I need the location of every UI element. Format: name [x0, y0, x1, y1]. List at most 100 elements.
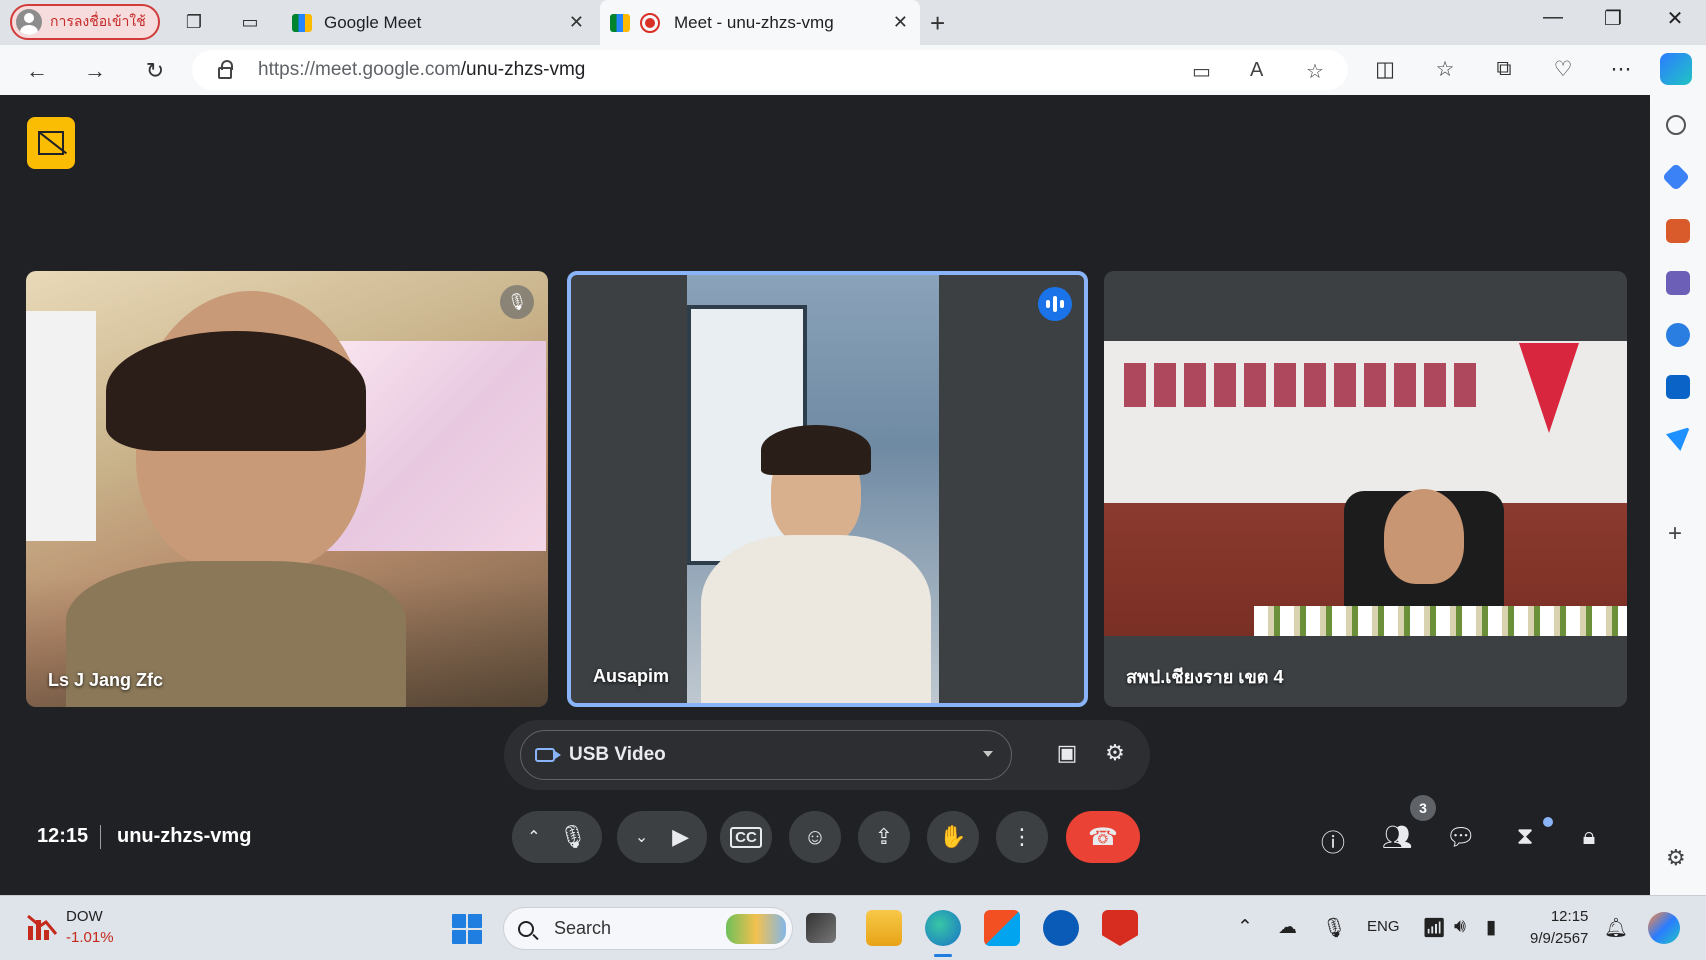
collections-icon[interactable]: ⧉	[1489, 57, 1519, 81]
present-screen-button[interactable]: ⇪	[858, 811, 910, 863]
input-language[interactable]: ENG	[1367, 918, 1400, 935]
copilot-taskbar-icon[interactable]	[1648, 912, 1680, 944]
microphone-control[interactable]: ⌃ 🎙︎	[512, 811, 602, 863]
host-controls-icon[interactable]: 🔒︎	[1572, 823, 1606, 851]
file-explorer-icon[interactable]	[866, 910, 902, 946]
add-sidebar-app-icon[interactable]: +	[1668, 520, 1682, 548]
copilot-icon[interactable]	[1660, 53, 1692, 85]
chevron-up-icon[interactable]: ⌃	[527, 827, 540, 847]
microphone-icon[interactable]: 🎙︎	[559, 824, 587, 850]
edge-browser-icon[interactable]	[925, 910, 961, 946]
close-window-icon[interactable]: ✕	[1655, 6, 1695, 31]
close-tab-icon[interactable]: ✕	[893, 12, 908, 33]
hide-self-view-button[interactable]	[27, 117, 75, 169]
browser-tab-bar: การลงชื่อเข้าใช้ ❐ ▭ Google Meet ✕ Meet …	[0, 0, 1706, 45]
search-icon[interactable]	[1666, 115, 1686, 135]
read-aloud-icon[interactable]: A	[1250, 59, 1263, 82]
chat-icon[interactable]: 💬︎	[1444, 823, 1478, 852]
google-meet-icon	[610, 13, 630, 32]
camera-source-select[interactable]: USB Video	[520, 730, 1012, 780]
tab-title: Google Meet	[324, 12, 422, 32]
forward-icon[interactable]: →	[80, 56, 110, 86]
raise-hand-button[interactable]: ✋	[927, 811, 979, 863]
back-icon[interactable]: ←	[22, 56, 52, 86]
people-icon[interactable]: 👥︎	[1380, 823, 1414, 852]
outlook-icon[interactable]	[1666, 375, 1690, 399]
settings-gear-icon[interactable]: ⚙	[1100, 740, 1130, 766]
send-icon[interactable]	[1666, 427, 1690, 451]
participant-name: สพป.เชียงราย เขต 4	[1126, 667, 1284, 687]
stock-change: -1.01%	[66, 929, 114, 946]
wall-board	[26, 311, 96, 541]
onedrive-icon[interactable]: ☁	[1278, 916, 1297, 939]
volume-icon[interactable]: 🔊︎	[1454, 916, 1466, 938]
stock-ticker[interactable]: DOW	[66, 908, 103, 925]
task-view-icon[interactable]	[806, 913, 836, 943]
windows-start-icon[interactable]	[452, 914, 482, 944]
tools-icon[interactable]	[1666, 219, 1690, 243]
tab-google-meet[interactable]: Google Meet ✕	[284, 0, 596, 45]
dell-icon[interactable]	[1043, 910, 1079, 946]
profile-button[interactable]: การลงชื่อเข้าใช้	[10, 4, 160, 40]
activities-notification-dot	[1543, 817, 1553, 827]
tab-actions-icon[interactable]: ▭	[236, 8, 264, 36]
participant-tile-active[interactable]: Ausapim	[567, 271, 1088, 707]
tab-meet-call[interactable]: Meet - unu-zhzs-vmg ✕	[600, 0, 920, 45]
clock-date: 9/9/2567	[1530, 930, 1589, 947]
closed-captions-icon: CC	[730, 826, 762, 848]
camera-control[interactable]: ⌄ ▶	[617, 811, 707, 863]
address-bar[interactable]: https://meet.google.com/unu-zhzs-vmg ▭ A…	[192, 50, 1348, 90]
notifications-icon[interactable]: 🔔︎	[1604, 916, 1628, 940]
workspaces-icon[interactable]: ❐	[180, 8, 208, 36]
visual-effects-icon[interactable]: ▣	[1052, 740, 1082, 766]
wifi-icon[interactable]: 📶︎	[1422, 916, 1446, 940]
participant-tile[interactable]: 🎙︎ Ls J Jang Zfc	[26, 271, 548, 707]
mcafee-icon[interactable]	[1102, 910, 1138, 946]
microsoft-365-icon[interactable]	[1666, 323, 1690, 347]
new-tab-icon[interactable]: +	[930, 8, 945, 39]
minimize-icon[interactable]: —	[1533, 6, 1573, 29]
shopping-tag-icon[interactable]	[1661, 162, 1691, 192]
games-icon[interactable]	[1666, 271, 1690, 295]
stock-down-icon[interactable]	[26, 912, 58, 942]
browser-toolbar: ← → ↻ https://meet.google.com/unu-zhzs-v…	[0, 45, 1706, 95]
hang-up-icon: ☎	[1088, 823, 1118, 851]
reload-icon[interactable]: ↻	[140, 56, 170, 86]
captions-button[interactable]: CC	[720, 811, 772, 863]
sidebar-settings-icon[interactable]: ⚙	[1666, 845, 1686, 871]
battery-icon[interactable]: ▮	[1486, 916, 1496, 939]
participant-name: Ausapim	[593, 666, 670, 686]
more-menu-icon[interactable]: ⋯	[1606, 57, 1636, 82]
favorite-star-icon[interactable]: ☆	[1306, 59, 1324, 84]
search-icon	[518, 920, 534, 937]
meeting-code: unu-zhzs-vmg	[117, 825, 252, 847]
url-text: https://meet.google.com/unu-zhzs-vmg	[258, 59, 586, 80]
camera-in-use-icon[interactable]: ▭	[1192, 59, 1211, 84]
clock-time: 12:15	[1550, 908, 1589, 925]
system-clock[interactable]: 12:15 9/9/2567	[1530, 906, 1588, 950]
chevron-down-icon[interactable]: ⌄	[635, 827, 648, 847]
split-screen-icon[interactable]: ◫	[1370, 57, 1400, 82]
meeting-info-icon[interactable]: ⓘ	[1316, 823, 1350, 858]
participant-cardigan	[701, 535, 931, 703]
activities-icon[interactable]: ⧗	[1508, 823, 1542, 851]
taskbar-search[interactable]: Search	[503, 907, 793, 950]
close-tab-icon[interactable]: ✕	[569, 12, 584, 33]
favorites-icon[interactable]: ☆	[1430, 57, 1460, 82]
video-camera-icon[interactable]: ▶	[672, 824, 689, 850]
participant-tile[interactable]: สพป.เชียงราย เขต 4	[1104, 271, 1627, 707]
microsoft-store-icon[interactable]	[984, 910, 1020, 946]
participant-count-badge: 3	[1410, 795, 1436, 821]
microphone-tray-icon[interactable]: 🎙︎	[1322, 916, 1346, 940]
leave-call-button[interactable]: ☎	[1066, 811, 1140, 863]
windows-taskbar: DOW -1.01% Search ⌃ ☁ 🎙︎ ENG 📶︎ 🔊︎ ▮ 12:…	[0, 895, 1706, 960]
reactions-button[interactable]: ☺	[789, 811, 841, 863]
browser-essentials-icon[interactable]: ♡	[1548, 57, 1578, 82]
chevron-down-icon	[983, 751, 993, 757]
restore-icon[interactable]: ❐	[1593, 6, 1633, 31]
no-picture-icon	[38, 131, 64, 155]
more-options-button[interactable]: ⋮	[996, 811, 1048, 863]
search-highlight-image	[726, 914, 786, 944]
tray-overflow-icon[interactable]: ⌃	[1237, 916, 1253, 939]
muted-mic-icon: 🎙︎	[500, 285, 534, 319]
